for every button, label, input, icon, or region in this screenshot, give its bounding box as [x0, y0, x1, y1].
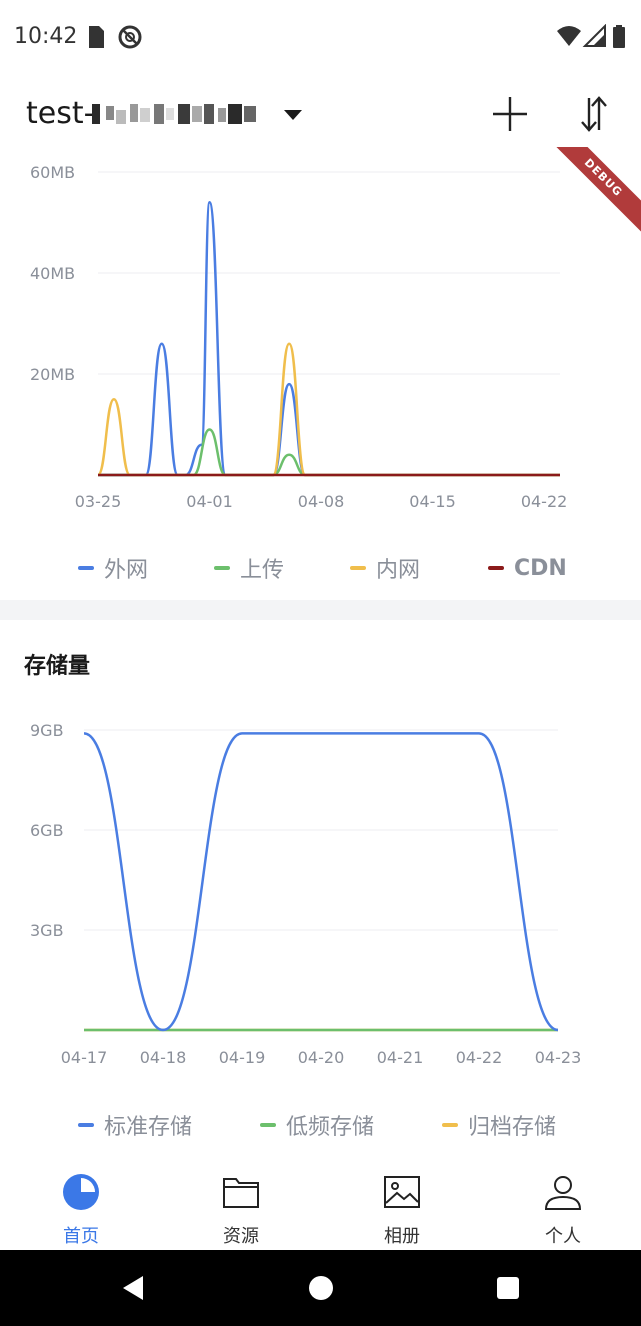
status-time: 10:42	[14, 24, 78, 49]
legend-item-external[interactable]: 外网	[78, 548, 148, 588]
storage-section-title: 存储量	[24, 654, 91, 679]
y-tick-label: 9GB	[30, 721, 64, 740]
series-line-标准存储	[83, 732, 559, 1032]
legend-item-infrequent[interactable]: 低频存储	[260, 1105, 374, 1145]
x-tick-label: 04-15	[409, 492, 456, 511]
legend-item-cdn[interactable]: CDN	[488, 548, 567, 588]
legend-swatch	[350, 566, 366, 570]
legend-item-upload[interactable]: 上传	[214, 548, 284, 588]
y-tick-label: 20MB	[30, 365, 75, 384]
storage-legend: 标准存储 低频存储 归档存储	[0, 1105, 641, 1145]
no-disturb-icon	[118, 25, 142, 49]
home-icon[interactable]	[297, 1264, 345, 1312]
battery-icon	[613, 25, 625, 48]
x-tick-label: 03-25	[75, 492, 122, 511]
nav-item-profile[interactable]: 个人	[513, 1160, 613, 1250]
legend-label: 标准存储	[104, 1115, 193, 1140]
nav-item-home[interactable]: 首页	[31, 1160, 131, 1250]
image-icon	[380, 1170, 424, 1214]
x-tick-label: 04-19	[219, 1048, 266, 1067]
legend-label: CDN	[514, 555, 567, 581]
system-nav-bar	[0, 1250, 641, 1326]
nav-item-album[interactable]: 相册	[352, 1160, 452, 1250]
y-tick-label: 6GB	[30, 821, 64, 840]
nav-label: 个人	[545, 1226, 581, 1247]
legend-label: 外网	[104, 558, 149, 583]
legend-label: 上传	[240, 558, 285, 583]
legend-swatch	[214, 566, 230, 570]
x-tick-label: 04-22	[521, 492, 568, 511]
section-divider	[0, 600, 641, 620]
folder-icon	[219, 1170, 263, 1214]
y-tick-label: 3GB	[30, 921, 64, 940]
legend-item-archive[interactable]: 归档存储	[442, 1105, 556, 1145]
x-tick-label: 04-17	[61, 1048, 108, 1067]
series-line-外网	[97, 201, 560, 477]
sd-card-icon	[89, 26, 104, 48]
x-tick-label: 04-22	[456, 1048, 503, 1067]
bottom-nav: 首页 资源 相册 个人	[0, 1160, 641, 1250]
traffic-legend: 外网 上传 内网 CDN	[0, 548, 641, 588]
nav-item-resources[interactable]: 资源	[191, 1160, 291, 1250]
person-icon	[541, 1170, 585, 1214]
nav-label: 相册	[384, 1226, 420, 1247]
legend-label: 内网	[376, 558, 421, 583]
legend-swatch	[78, 566, 94, 570]
app-bar: test-	[0, 76, 641, 150]
legend-swatch	[442, 1123, 458, 1127]
legend-swatch	[260, 1123, 276, 1127]
x-tick-label: 04-21	[377, 1048, 424, 1067]
traffic-chart: 60MB 40MB 20MB 03-25 04-01 04-08 04-15 04-22	[30, 163, 568, 511]
x-tick-label: 04-18	[140, 1048, 187, 1067]
legend-swatch	[78, 1123, 94, 1127]
x-tick-label: 04-08	[298, 492, 345, 511]
series-line-上传	[97, 428, 560, 477]
pie-chart-icon	[59, 1170, 103, 1214]
legend-item-standard[interactable]: 标准存储	[78, 1105, 192, 1145]
x-tick-label: 04-23	[535, 1048, 582, 1067]
dropdown-arrow-icon[interactable]	[278, 100, 308, 130]
legend-label: 低频存储	[286, 1115, 375, 1140]
nav-label: 资源	[223, 1226, 259, 1247]
signal-icon	[582, 23, 606, 47]
add-icon[interactable]	[486, 90, 534, 138]
status-left-icons	[86, 24, 146, 54]
y-tick-label: 60MB	[30, 163, 75, 182]
recents-icon[interactable]	[484, 1264, 532, 1312]
wifi-icon	[557, 26, 581, 46]
bucket-name-redacted	[92, 104, 256, 124]
legend-item-internal[interactable]: 内网	[350, 548, 420, 588]
status-right-icons	[555, 23, 631, 54]
y-tick-label: 40MB	[30, 264, 75, 283]
legend-label: 归档存储	[468, 1115, 557, 1140]
storage-chart: 9GB 6GB 3GB 04-17 04-18 04-19 04-20 04-21 04-22 0…	[30, 721, 582, 1067]
x-tick-label: 04-01	[186, 492, 233, 511]
back-icon[interactable]	[110, 1264, 158, 1312]
sort-icon[interactable]	[570, 90, 618, 138]
status-bar: 10:42	[0, 0, 641, 76]
legend-swatch	[488, 566, 504, 570]
bucket-name[interactable]: test-	[26, 96, 94, 131]
x-tick-label: 04-20	[298, 1048, 345, 1067]
nav-label: 首页	[63, 1226, 99, 1247]
